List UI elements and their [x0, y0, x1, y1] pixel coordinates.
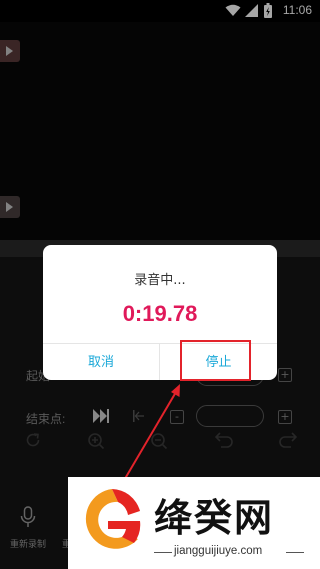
recording-timer: 0:19.78 — [122, 301, 198, 326]
watermark-logo-icon — [85, 489, 141, 549]
stop-highlight-box — [180, 340, 251, 381]
watermark-url: jiangguijiuye.com — [174, 545, 263, 557]
dialog-title: 录音中... — [134, 273, 186, 288]
cancel-button[interactable]: 取消 — [43, 344, 160, 380]
watermark-brand: 绛癸网 — [154, 496, 275, 540]
url-divider — [286, 552, 304, 553]
watermark: 绛癸网 jiangguijiuye.com — [68, 477, 320, 569]
url-divider — [154, 552, 172, 553]
